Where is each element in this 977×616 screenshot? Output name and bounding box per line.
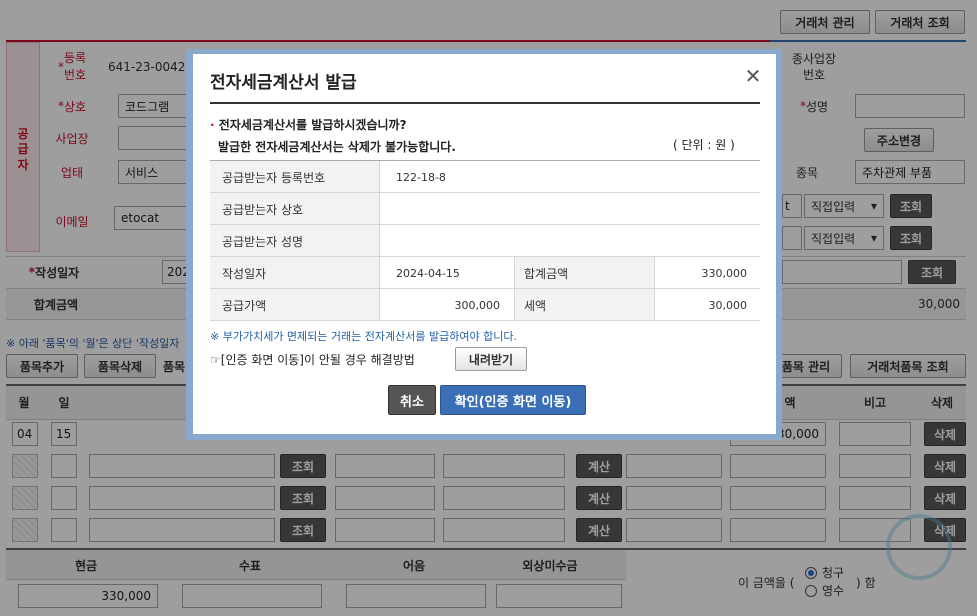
title-rule bbox=[210, 102, 760, 104]
download-button[interactable]: 내려받기 bbox=[455, 347, 527, 371]
modal-question: · 전자세금계산서를 발급하시겠습니까? bbox=[210, 118, 407, 132]
buyer-name-label: 공급받는자 성명 bbox=[222, 235, 304, 249]
tax-invoice-modal: 전자세금계산서 발급 ✕ · 전자세금계산서를 발급하시겠습니까? 발급한 전자… bbox=[193, 54, 776, 434]
modal-warning: 발급한 전자세금계산서는 삭제가 불가능합니다. bbox=[218, 140, 456, 154]
buyer-company-label: 공급받는자 상호 bbox=[222, 203, 304, 217]
buyer-reg-label: 공급받는자 등록번호 bbox=[222, 171, 326, 185]
close-icon[interactable]: ✕ bbox=[743, 66, 763, 86]
cert-notice: ☞[인증 화면 이동]이 안될 경우 해결방법 bbox=[210, 353, 415, 367]
confirm-button[interactable]: 확인(인증 화면 이동) bbox=[440, 385, 586, 415]
modal-unit: ( 단위 : 원 ) bbox=[673, 138, 735, 152]
supply-value: 300,000 bbox=[454, 299, 501, 312]
buyer-reg-value: 122-18-8 bbox=[396, 171, 446, 184]
supply-label: 공급가액 bbox=[222, 299, 267, 313]
tax-label: 세액 bbox=[524, 299, 547, 313]
cancel-button[interactable]: 취소 bbox=[388, 385, 436, 415]
modal-total-label: 합계금액 bbox=[524, 267, 569, 281]
date-label: 작성일자 bbox=[222, 267, 267, 281]
date-value: 2024-04-15 bbox=[396, 267, 460, 280]
modal-info-table: 공급받는자 등록번호 122-18-8 공급받는자 상호 공급받는자 성명 작성… bbox=[210, 160, 760, 321]
modal-question-text: 전자세금계산서를 발급하시겠습니까? bbox=[218, 118, 407, 132]
vat-notice: ※ 부가가치세가 면제되는 거래는 전자계산서를 발급하여야 합니다. bbox=[210, 330, 517, 343]
modal-total-value: 330,000 bbox=[701, 267, 748, 280]
modal-title: 전자세금계산서 발급 bbox=[210, 73, 357, 93]
tax-value: 30,000 bbox=[708, 299, 748, 312]
